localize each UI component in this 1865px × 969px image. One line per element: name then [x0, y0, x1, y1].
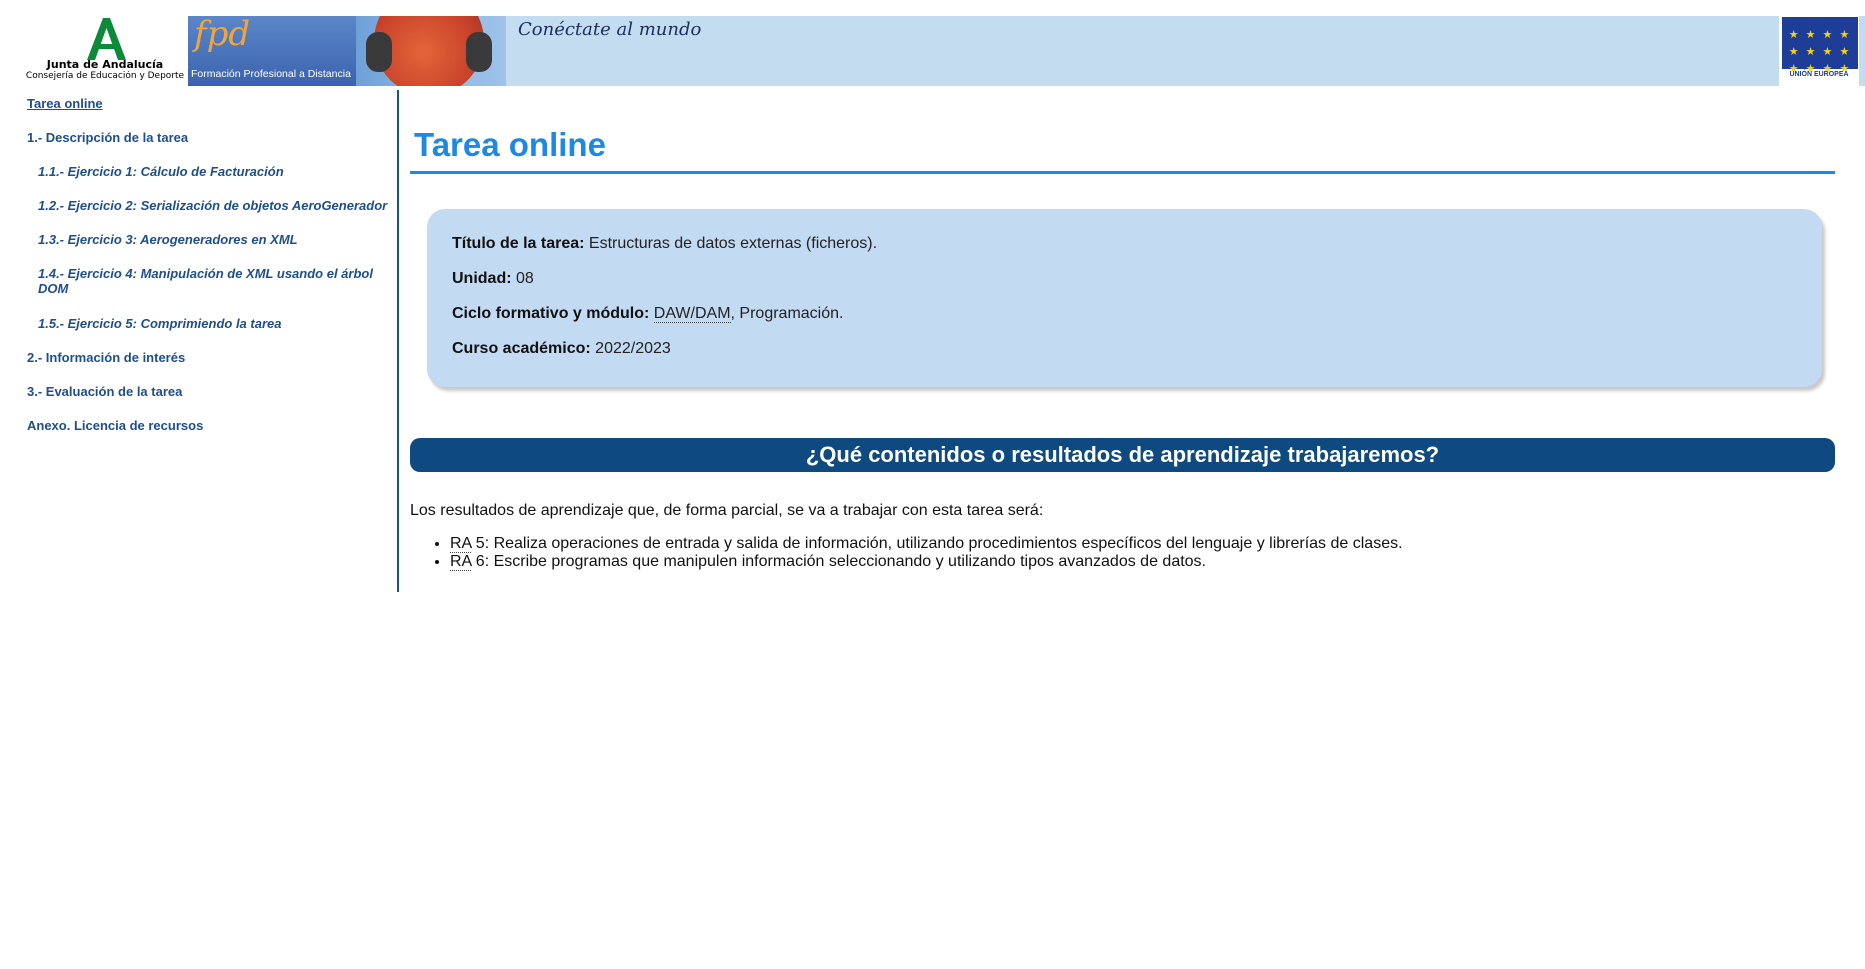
fpd-label: Formación Profesional a Distancia — [191, 68, 351, 80]
info-curso: Curso académico: 2022/2023 — [452, 340, 671, 358]
list-item: RA 5: Realiza operaciones de entrada y s… — [450, 535, 1403, 553]
task-info-box: Título de la tarea: Estructuras de datos… — [427, 209, 1822, 387]
org-sub: Consejería de Educación y Deporte — [25, 71, 185, 81]
eu-label: UNIÓN EUROPEA — [1789, 71, 1849, 78]
nav-item-ejercicio-3[interactable]: 1.3.- Ejercicio 3: Aerogeneradores en XM… — [38, 232, 298, 247]
banner-strip: fpd Formación Profesional a Distancia Co… — [188, 16, 1865, 86]
headphone-left — [366, 32, 392, 72]
learning-outcomes-list: RA 5: Realiza operaciones de entrada y s… — [410, 535, 1403, 571]
org-name: Junta de Andalucía — [46, 58, 164, 71]
fpd-logo: fpd Formación Profesional a Distancia — [188, 16, 356, 86]
nav-item-ejercicio-1[interactable]: 1.1.- Ejercicio 1: Cálculo de Facturació… — [38, 164, 284, 179]
info-titulo-label: Título de la tarea: — [452, 235, 585, 252]
sidebar-nav: Tarea online 1.- Descripción de la tarea… — [0, 90, 399, 592]
nav-item-ejercicio-5[interactable]: 1.5.- Ejercicio 5: Comprimiendo la tarea — [38, 316, 281, 331]
ra-abbr: RA — [450, 553, 472, 571]
nav-item-informacion[interactable]: 2.- Información de interés — [27, 350, 185, 365]
info-unidad-label: Unidad: — [452, 270, 512, 287]
banner-photo — [356, 16, 506, 86]
headphone-right — [466, 32, 492, 72]
nav-item-tarea-online[interactable]: Tarea online — [27, 96, 103, 111]
info-titulo-value: Estructuras de datos externas (ficheros)… — [584, 235, 878, 252]
eu-flag-icon: ★ ★ ★ ★ ★ ★ ★ ★ ★ ★ ★ ★ — [1782, 17, 1858, 75]
nav-item-ejercicio-2[interactable]: 1.2.- Ejercicio 2: Serialización de obje… — [38, 198, 387, 213]
info-curso-value: 2022/2023 — [590, 340, 671, 357]
junta-andalucia-logo: Junta de Andalucía Consejería de Educaci… — [22, 14, 188, 84]
info-ciclo-value: , Programación. — [730, 305, 844, 322]
junta-andalucia-icon — [87, 18, 126, 60]
nav-item-evaluacion[interactable]: 3.- Evaluación de la tarea — [27, 384, 182, 399]
header-banner: Junta de Andalucía Consejería de Educaci… — [0, 0, 1865, 90]
nav-item-ejercicio-4[interactable]: 1.4.- Ejercicio 4: Manipulación de XML u… — [38, 266, 378, 296]
banner-slogan: Conéctate al mundo — [518, 19, 702, 40]
section-heading: ¿Qué contenidos o resultados de aprendiz… — [410, 438, 1835, 472]
ra-text: 6: Escribe programas que manipulen infor… — [471, 553, 1206, 570]
intro-text: Los resultados de aprendizaje que, de fo… — [410, 502, 1044, 519]
eu-stars: ★ ★ ★ ★ ★ ★ ★ ★ ★ ★ ★ ★ — [1788, 29, 1852, 75]
nav-item-anexo[interactable]: Anexo. Licencia de recursos — [27, 418, 203, 433]
info-unidad: Unidad: 08 — [452, 270, 534, 288]
page-title: Tarea online — [414, 126, 606, 163]
info-ciclo: Ciclo formativo y módulo: DAW/DAM, Progr… — [452, 305, 843, 323]
info-ciclo-label: Ciclo formativo y módulo: — [452, 305, 650, 322]
eu-logo: ★ ★ ★ ★ ★ ★ ★ ★ ★ ★ ★ ★ UNIÓN EUROPEA — [1779, 16, 1859, 86]
fpd-mark: fpd — [194, 16, 251, 54]
info-unidad-value: 08 — [511, 270, 534, 287]
title-divider — [410, 171, 1835, 174]
list-item: RA 6: Escribe programas que manipulen in… — [450, 553, 1403, 571]
ra-abbr: RA — [450, 535, 472, 553]
info-curso-label: Curso académico: — [452, 340, 591, 357]
nav-item-descripcion[interactable]: 1.- Descripción de la tarea — [27, 130, 188, 145]
info-titulo: Título de la tarea: Estructuras de datos… — [452, 235, 877, 253]
ra-text: 5: Realiza operaciones de entrada y sali… — [471, 535, 1403, 552]
info-ciclo-abbr: DAW/DAM — [653, 305, 731, 323]
